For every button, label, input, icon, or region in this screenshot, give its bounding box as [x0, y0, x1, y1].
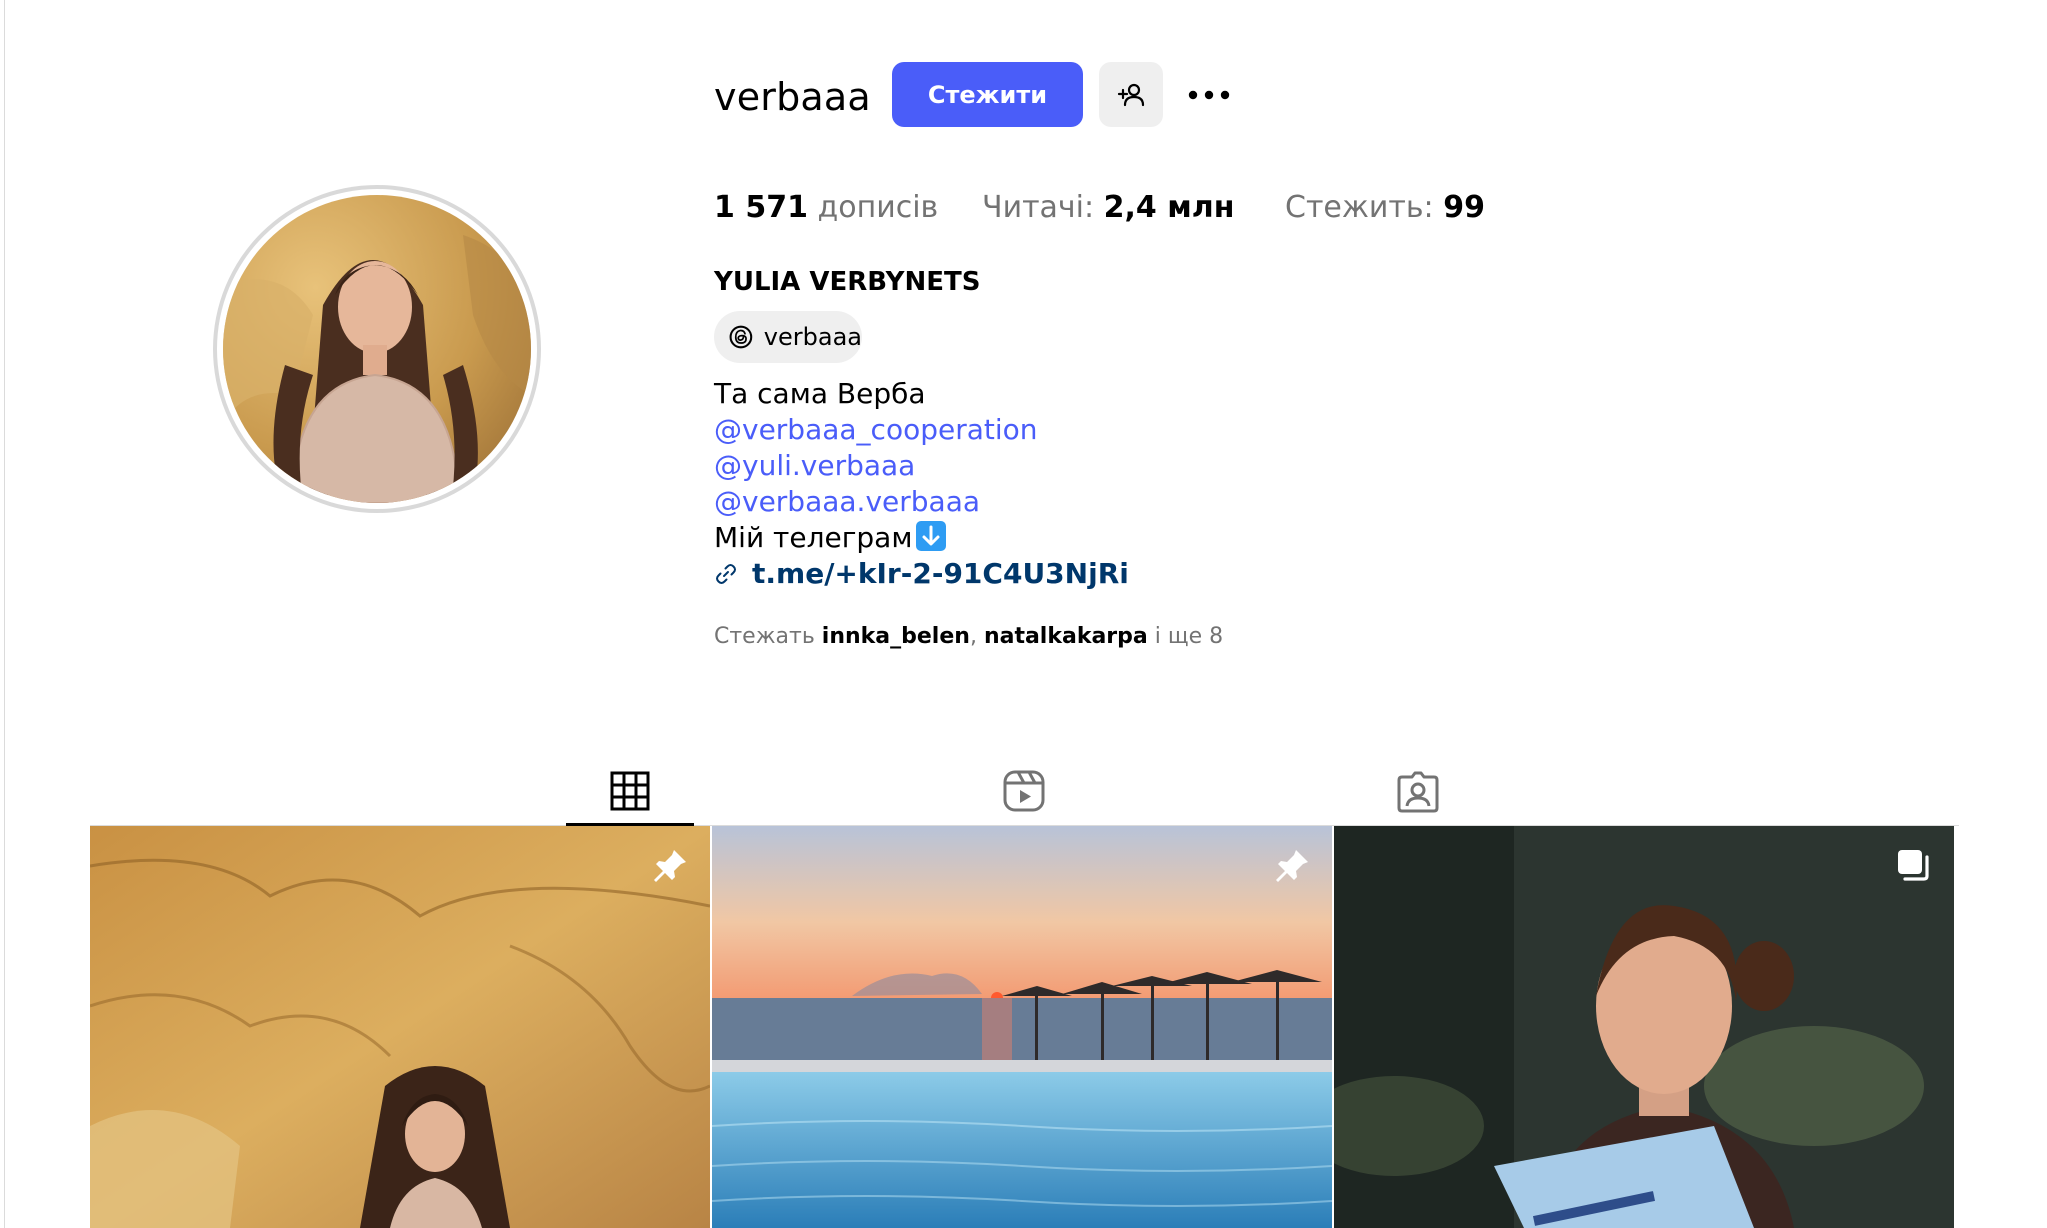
- post-image-portrait: [1334, 826, 1954, 1228]
- avatar-ring[interactable]: [213, 185, 541, 513]
- post-image-sunset: [712, 826, 1332, 1228]
- carousel-icon: [1898, 850, 1929, 881]
- threads-link[interactable]: verbaaa: [714, 311, 862, 363]
- following-count: 99: [1443, 190, 1485, 225]
- bio-telegram-text: Мій телеграм: [714, 521, 913, 554]
- mutual-followers[interactable]: Стежать innka_belen, natalkakarpa і ще 8: [714, 622, 1223, 652]
- bio-text: Та сама Верба: [714, 377, 926, 410]
- followers-count: 2,4 млн: [1103, 190, 1235, 225]
- avatar[interactable]: [223, 195, 531, 503]
- following-label: Стежить:: [1285, 190, 1434, 225]
- grid-icon: [610, 771, 650, 811]
- profile-page: verbaaa Стежити 1 571 дописів Читачі: 2,…: [0, 0, 2047, 1228]
- tab-reels[interactable]: [960, 755, 1088, 827]
- down-arrow-emoji-icon: [916, 521, 947, 551]
- posts-count: 1 571: [714, 190, 808, 225]
- following-stat[interactable]: Стежить: 99: [1285, 186, 1485, 230]
- left-divider: [4, 0, 5, 1228]
- followers-stat[interactable]: Читачі: 2,4 млн: [982, 186, 1234, 230]
- tab-tagged[interactable]: [1354, 755, 1482, 827]
- followers-label: Читачі:: [982, 190, 1095, 225]
- profile-username: verbaaa: [714, 75, 871, 119]
- more-options-button[interactable]: [1184, 72, 1234, 118]
- bio-external-link[interactable]: t.me/+kIr-2-91C4U3NjRi: [714, 556, 1129, 592]
- bio-mention-verbaaa[interactable]: @verbaaa.verbaaa: [714, 485, 980, 518]
- profile-bio: Та сама Верба @verbaaa_cooperation @yuli…: [714, 376, 1129, 592]
- reels-icon: [1003, 770, 1045, 812]
- posts-label: дописів: [817, 190, 939, 225]
- mutual-user-2[interactable]: natalkakarpa: [984, 624, 1148, 649]
- post-tile-3[interactable]: [1334, 826, 1954, 1228]
- bio-mention-yuli[interactable]: @yuli.verbaaa: [714, 449, 915, 482]
- posts-stat: 1 571 дописів: [714, 186, 938, 230]
- suggested-users-button[interactable]: [1099, 62, 1163, 127]
- bio-mention-cooperation[interactable]: @verbaaa_cooperation: [714, 413, 1038, 446]
- mutual-separator: ,: [969, 624, 977, 649]
- post-image-cave: [90, 826, 710, 1228]
- bio-link-text: t.me/+kIr-2-91C4U3NjRi: [752, 557, 1129, 590]
- mutual-prefix: Стежать: [714, 624, 815, 649]
- add-person-icon: [1117, 83, 1145, 106]
- post-tile-2[interactable]: [712, 826, 1332, 1228]
- link-icon: [716, 564, 736, 584]
- threads-handle: verbaaa: [763, 323, 862, 351]
- pin-icon: [1276, 850, 1308, 882]
- profile-full-name: YULIA VERBYNETS: [714, 267, 981, 297]
- threads-icon: [729, 325, 753, 349]
- more-dots-icon: [1188, 90, 1230, 100]
- post-tile-1[interactable]: [90, 826, 710, 1228]
- tab-posts[interactable]: [566, 755, 694, 827]
- tagged-icon: [1397, 771, 1439, 813]
- mutual-user-1[interactable]: innka_belen: [822, 624, 970, 649]
- pin-icon: [654, 850, 686, 882]
- mutual-suffix: і ще 8: [1154, 624, 1224, 649]
- follow-button[interactable]: Стежити: [892, 62, 1083, 127]
- avatar-image: [223, 195, 531, 503]
